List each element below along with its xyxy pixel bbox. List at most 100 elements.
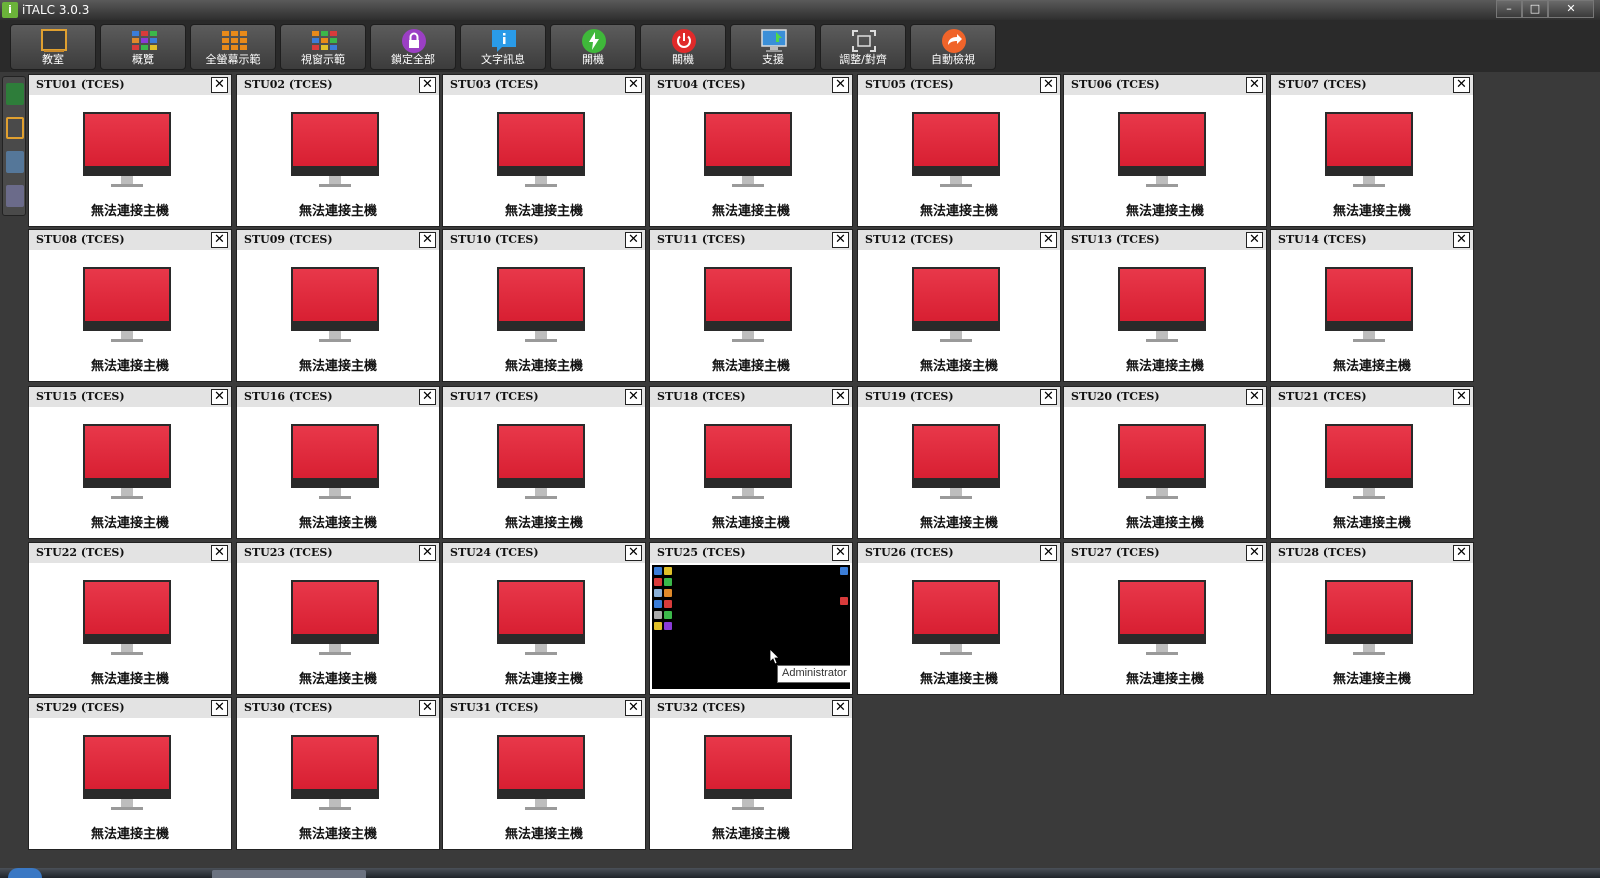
classroom-button[interactable]: 教室 xyxy=(10,24,96,70)
computer-tile[interactable]: STU17 (TCES) ✕ 無法連接主機 xyxy=(442,386,646,539)
computer-tile[interactable]: STU18 (TCES) ✕ 無法連接主機 xyxy=(649,386,853,539)
close-tile-button[interactable]: ✕ xyxy=(832,232,849,248)
close-tile-button[interactable]: ✕ xyxy=(211,545,228,561)
close-tile-button[interactable]: ✕ xyxy=(1040,77,1057,93)
computer-tile[interactable]: STU31 (TCES) ✕ 無法連接主機 xyxy=(442,697,646,850)
connection-status: 無法連接主機 xyxy=(298,672,377,687)
close-tile-button[interactable]: ✕ xyxy=(1453,545,1470,561)
computer-tile[interactable]: STU08 (TCES) ✕ 無法連接主機 xyxy=(28,229,232,382)
computer-tile[interactable]: STU24 (TCES) ✕ 無法連接主機 xyxy=(442,542,646,695)
close-tile-button[interactable]: ✕ xyxy=(211,700,228,716)
snapshot-icon[interactable] xyxy=(6,117,24,139)
computer-tile[interactable]: STU02 (TCES) ✕ 無法連接主機 xyxy=(236,74,440,227)
remote-screen-preview[interactable]: Administrator xyxy=(652,565,850,689)
tile-title: STU24 (TCES) xyxy=(450,546,539,559)
close-tile-button[interactable]: ✕ xyxy=(1040,389,1057,405)
tile-title: STU08 (TCES) xyxy=(36,233,125,246)
desktop-icon xyxy=(654,567,662,575)
computer-list-icon[interactable] xyxy=(6,83,24,105)
maximize-button[interactable]: □ xyxy=(1522,0,1548,18)
support-button[interactable]: 支援 xyxy=(730,24,816,70)
close-tile-button[interactable]: ✕ xyxy=(832,545,849,561)
connection-status: 無法連接主機 xyxy=(90,359,169,374)
close-tile-button[interactable]: ✕ xyxy=(419,545,436,561)
close-tile-button[interactable]: ✕ xyxy=(211,77,228,93)
tile-title: STU18 (TCES) xyxy=(657,390,746,403)
close-tile-button[interactable]: ✕ xyxy=(625,77,642,93)
close-tile-button[interactable]: ✕ xyxy=(1453,389,1470,405)
computer-tile[interactable]: STU22 (TCES) ✕ 無法連接主機 xyxy=(28,542,232,695)
monitor-offline-icon xyxy=(83,267,171,342)
close-tile-button[interactable]: ✕ xyxy=(419,232,436,248)
fullscreen-demo-button[interactable]: 全螢幕示範 xyxy=(190,24,276,70)
computer-tile[interactable]: STU25 (TCES) ✕ Administrator xyxy=(649,542,853,695)
connection-status: 無法連接主機 xyxy=(711,516,790,531)
close-tile-button[interactable]: ✕ xyxy=(419,389,436,405)
tile-header: STU15 (TCES) ✕ xyxy=(29,387,231,407)
computer-tile[interactable]: STU30 (TCES) ✕ 無法連接主機 xyxy=(236,697,440,850)
computer-tiles-area: STU01 (TCES) ✕ 無法連接主機 STU02 (TCES) ✕ 無法連接主機 ST… xyxy=(28,74,1600,868)
window-demo-button[interactable]: 視窗示範 xyxy=(280,24,366,70)
close-tile-button[interactable]: ✕ xyxy=(1246,545,1263,561)
power-off-button[interactable]: 關機 xyxy=(640,24,726,70)
lock-all-button[interactable]: 鎖定全部 xyxy=(370,24,456,70)
computer-tile[interactable]: STU04 (TCES) ✕ 無法連接主機 xyxy=(649,74,853,227)
close-window-button[interactable]: ✕ xyxy=(1548,0,1594,18)
tile-header: STU14 (TCES) ✕ xyxy=(1271,230,1473,250)
text-message-button[interactable]: 文字訊息 xyxy=(460,24,546,70)
close-tile-button[interactable]: ✕ xyxy=(625,232,642,248)
close-tile-button[interactable]: ✕ xyxy=(625,545,642,561)
computer-tile[interactable]: STU10 (TCES) ✕ 無法連接主機 xyxy=(442,229,646,382)
computer-tile[interactable]: STU05 (TCES) ✕ 無法連接主機 xyxy=(857,74,1061,227)
close-tile-button[interactable]: ✕ xyxy=(211,389,228,405)
computer-tile[interactable]: STU12 (TCES) ✕ 無法連接主機 xyxy=(857,229,1061,382)
close-tile-button[interactable]: ✕ xyxy=(1453,232,1470,248)
computer-tile[interactable]: STU15 (TCES) ✕ 無法連接主機 xyxy=(28,386,232,539)
user-tooltip: Administrator xyxy=(777,665,850,683)
close-tile-button[interactable]: ✕ xyxy=(211,232,228,248)
close-tile-button[interactable]: ✕ xyxy=(1246,232,1263,248)
computer-tile[interactable]: STU13 (TCES) ✕ 無法連接主機 xyxy=(1063,229,1267,382)
close-tile-button[interactable]: ✕ xyxy=(625,389,642,405)
computer-tile[interactable]: STU16 (TCES) ✕ 無法連接主機 xyxy=(236,386,440,539)
minimize-button[interactable]: – xyxy=(1496,0,1522,18)
close-tile-button[interactable]: ✕ xyxy=(1246,77,1263,93)
computer-tile[interactable]: STU21 (TCES) ✕ 無法連接主機 xyxy=(1270,386,1474,539)
computer-tile[interactable]: STU07 (TCES) ✕ 無法連接主機 xyxy=(1270,74,1474,227)
close-tile-button[interactable]: ✕ xyxy=(832,700,849,716)
computer-tile[interactable]: STU09 (TCES) ✕ 無法連接主機 xyxy=(236,229,440,382)
close-tile-button[interactable]: ✕ xyxy=(1246,389,1263,405)
start-button[interactable] xyxy=(8,868,42,878)
computer-tile[interactable]: STU11 (TCES) ✕ 無法連接主機 xyxy=(649,229,853,382)
close-tile-button[interactable]: ✕ xyxy=(1453,77,1470,93)
close-tile-button[interactable]: ✕ xyxy=(419,77,436,93)
computer-tile[interactable]: STU19 (TCES) ✕ 無法連接主機 xyxy=(857,386,1061,539)
computer-tile[interactable]: STU28 (TCES) ✕ 無法連接主機 xyxy=(1270,542,1474,695)
power-on-button[interactable]: 開機 xyxy=(550,24,636,70)
computer-tile[interactable]: STU14 (TCES) ✕ 無法連接主機 xyxy=(1270,229,1474,382)
desktop-icon xyxy=(664,578,672,586)
computer-tile[interactable]: STU26 (TCES) ✕ 無法連接主機 xyxy=(857,542,1061,695)
close-tile-button[interactable]: ✕ xyxy=(832,77,849,93)
computer-tile[interactable]: STU32 (TCES) ✕ 無法連接主機 xyxy=(649,697,853,850)
overview-button[interactable]: 概覽 xyxy=(100,24,186,70)
computer-tile[interactable]: STU27 (TCES) ✕ 無法連接主機 xyxy=(1063,542,1267,695)
close-tile-button[interactable]: ✕ xyxy=(419,700,436,716)
connection-status: 無法連接主機 xyxy=(504,827,583,842)
computer-tile[interactable]: STU01 (TCES) ✕ 無法連接主機 xyxy=(28,74,232,227)
computer-tile[interactable]: STU20 (TCES) ✕ 無法連接主機 xyxy=(1063,386,1267,539)
adjust-align-button[interactable]: 調整/對齊 xyxy=(820,24,906,70)
close-tile-button[interactable]: ✕ xyxy=(625,700,642,716)
computer-tile[interactable]: STU03 (TCES) ✕ 無法連接主機 xyxy=(442,74,646,227)
about-icon[interactable] xyxy=(6,185,24,207)
close-tile-button[interactable]: ✕ xyxy=(1040,232,1057,248)
auto-view-button[interactable]: 自動檢視 xyxy=(910,24,996,70)
computer-tile[interactable]: STU29 (TCES) ✕ 無法連接主機 xyxy=(28,697,232,850)
configuration-icon[interactable] xyxy=(6,151,24,173)
computer-tile[interactable]: STU06 (TCES) ✕ 無法連接主機 xyxy=(1063,74,1267,227)
monitor-offline-icon xyxy=(912,580,1000,655)
computer-tile[interactable]: STU23 (TCES) ✕ 無法連接主機 xyxy=(236,542,440,695)
taskbar-item[interactable] xyxy=(212,870,366,878)
close-tile-button[interactable]: ✕ xyxy=(832,389,849,405)
close-tile-button[interactable]: ✕ xyxy=(1040,545,1057,561)
